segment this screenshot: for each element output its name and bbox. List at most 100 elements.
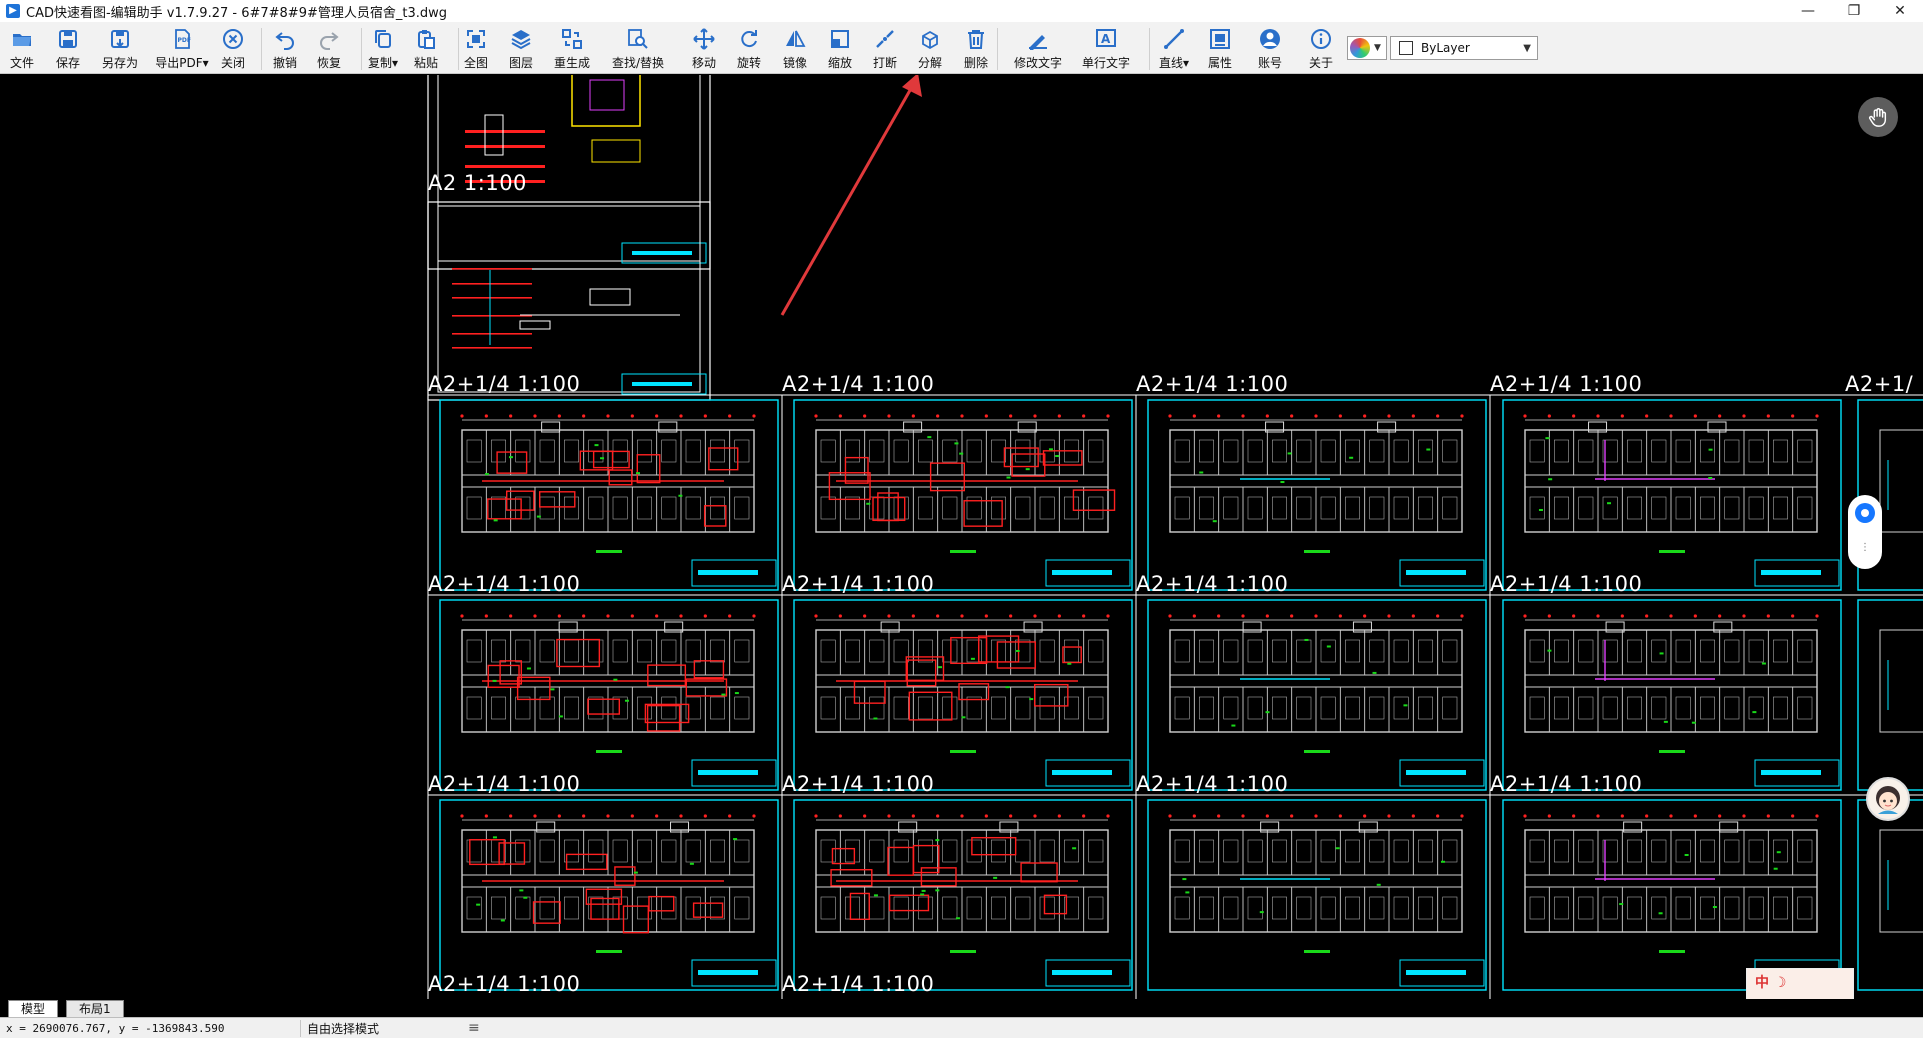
toolbar-label: 粘贴 xyxy=(413,56,438,70)
toolbar-separator xyxy=(997,28,998,70)
title-bar: ▶ CAD快速看图-编辑助手 v1.7.9.27 - 6#7#8#9#管理人员宿… xyxy=(0,0,1923,22)
sheet-scale-label: A2+1/4 1:100 xyxy=(782,972,935,996)
restore-button[interactable]: ❐ xyxy=(1831,0,1877,22)
toolbar-button-edit-text[interactable]: 修改文字 xyxy=(1010,26,1066,72)
floor-plan-r1-c2 xyxy=(1147,599,1487,791)
save-as-icon xyxy=(106,26,134,52)
line-icon xyxy=(1160,26,1188,52)
info-icon xyxy=(1307,26,1335,52)
find-replace-icon xyxy=(624,26,652,52)
toolbar-label: 移动 xyxy=(691,56,716,70)
scale-icon xyxy=(826,26,854,52)
toolbar-button-find-replace[interactable]: 查找/替换 xyxy=(610,26,666,72)
drawing-svg xyxy=(427,75,1923,999)
toolbar-label: 关闭 xyxy=(220,56,245,70)
toolbar-button-properties[interactable]: 属性 xyxy=(1192,26,1248,72)
layout-tab-0[interactable]: 模型 xyxy=(8,1000,59,1017)
sheet-scale-label: A2+1/4 1:100 xyxy=(1136,772,1289,796)
floor-plan-r2-c0 xyxy=(439,799,779,991)
sheet-scale-label: A2+1/4 1:100 xyxy=(1136,572,1289,596)
toolbar-label: 全图 xyxy=(463,56,488,70)
svg-text:PDF: PDF xyxy=(178,37,191,44)
sheet-scale-label: A2+1/4 1:100 xyxy=(428,572,581,596)
status-menu-icon[interactable]: ≡ xyxy=(468,1020,480,1036)
layout-tab-1[interactable]: 布局1 xyxy=(66,1000,124,1017)
minimize-button[interactable]: — xyxy=(1785,0,1831,22)
svg-text:A: A xyxy=(1101,32,1111,46)
save-icon xyxy=(54,26,82,52)
ime-widget[interactable]: 中 ☽ xyxy=(1746,968,1854,999)
regen-icon xyxy=(558,26,586,52)
hand-icon xyxy=(1869,108,1887,127)
color-picker[interactable]: ▼ xyxy=(1347,36,1387,60)
toolbar-label: 账号 xyxy=(1257,56,1282,70)
color-wheel-icon xyxy=(1350,38,1370,58)
floor-plan-partial-r1 xyxy=(1857,599,1923,791)
rotate-icon xyxy=(735,26,763,52)
toolbar-button-single-text[interactable]: A 单行文字 xyxy=(1078,26,1134,72)
toolbar-label: 旋转 xyxy=(736,56,761,70)
sheet-scale-label: A2+1/4 1:100 xyxy=(782,772,935,796)
toolbar-button-pdf[interactable]: PDF 导出PDF▾ xyxy=(154,26,210,72)
floor-plan-partial-r2 xyxy=(1857,799,1923,991)
toolbar-separator xyxy=(1149,28,1150,70)
toolbar-button-trash[interactable]: 删除 xyxy=(948,26,1004,72)
status-bar: x = 2690076.767, y = -1369843.590 自由选择模式… xyxy=(0,1017,1923,1038)
drawing-canvas[interactable]: A2 1:100 A2+1/4 1:100 A2+1/4 1:100 A2+1/4 1… xyxy=(0,75,1923,999)
edit-text-icon xyxy=(1024,26,1052,52)
toolbar-button-save-as[interactable]: 另存为 xyxy=(92,26,148,72)
sheet-scale-label: A2+1/4 1:100 xyxy=(1490,772,1643,796)
toolbar-button-close-circle[interactable]: 关闭 xyxy=(205,26,261,72)
toolbar-button-info[interactable]: 关于 xyxy=(1293,26,1349,72)
toolbar-button-account[interactable]: 账号 xyxy=(1242,26,1298,72)
pdf-icon: PDF xyxy=(168,26,196,52)
toolbar-label: 撤销 xyxy=(272,56,297,70)
toolbar-label: 恢复 xyxy=(316,56,341,70)
pan-hand-button[interactable] xyxy=(1858,97,1898,137)
floor-plan-r2-c1 xyxy=(793,799,1133,991)
floor-plan-r1-c3 xyxy=(1502,599,1842,791)
more-dots-icon[interactable]: ⋮ xyxy=(1860,543,1870,553)
layer-select[interactable]: ByLayer ▼ xyxy=(1390,36,1538,60)
coordinate-readout: x = 2690076.767, y = -1369843.590 xyxy=(6,1021,225,1035)
annotation-arrow xyxy=(780,84,915,316)
annotation-arrowhead xyxy=(902,75,922,97)
undo-icon xyxy=(271,26,299,52)
toolbar-label: 分解 xyxy=(917,56,942,70)
floor-plan-r1-c1 xyxy=(793,599,1133,791)
locate-icon[interactable] xyxy=(1855,503,1875,523)
toolbar-button-regen[interactable]: 重生成 xyxy=(544,26,600,72)
window-title: CAD快速看图-编辑助手 v1.7.9.27 - 6#7#8#9#管理人员宿舍_… xyxy=(26,5,447,21)
assistant-avatar[interactable] xyxy=(1866,777,1910,821)
close-circle-icon xyxy=(219,26,247,52)
toolbar-label: 单行文字 xyxy=(1081,56,1130,70)
toolbar-button-save[interactable]: 保存 xyxy=(40,26,96,72)
app-window: ▶ CAD快速看图-编辑助手 v1.7.9.27 - 6#7#8#9#管理人员宿… xyxy=(0,0,1923,1038)
sheet-scale-label: A2+1/4 1:100 xyxy=(1490,572,1643,596)
main-toolbar: 文件 保存 另存为 PDF 导出PDF▾ 关闭 撤销 恢复 复制▾ 粘贴 全图 图层 重生成 查找/替换 移… xyxy=(0,22,1923,74)
floor-plan-r2-c3 xyxy=(1502,799,1842,991)
toolbar-button-layers[interactable]: 图层 xyxy=(493,26,549,72)
toolbar-button-redo[interactable]: 恢复 xyxy=(301,26,357,72)
properties-icon xyxy=(1206,26,1234,52)
sheet-scale-label: A2+1/4 1:100 xyxy=(782,572,935,596)
sheet-scale-label: A2+1/4 1:100 xyxy=(1136,372,1289,396)
layout-tabs-bar: 模型 布局1 xyxy=(0,999,1923,1017)
copy-icon xyxy=(369,26,397,52)
toolbar-label: 属性 xyxy=(1207,56,1232,70)
move-icon xyxy=(690,26,718,52)
toolbar-label: 文件 xyxy=(9,56,34,70)
sheet-scale-label: A2+1/ xyxy=(1845,372,1914,396)
floor-plan-r0-c1 xyxy=(793,399,1133,591)
toolbar-label: 导出PDF▾ xyxy=(155,56,209,70)
selection-mode[interactable]: 自由选择模式 xyxy=(300,1019,460,1037)
toolbar-separator xyxy=(458,28,459,70)
avatar-face-icon xyxy=(1876,786,1900,814)
mirror-icon xyxy=(781,26,809,52)
sheet-scale-label: A2+1/4 1:100 xyxy=(1490,372,1643,396)
toolbar-button-paste[interactable]: 粘贴 xyxy=(398,26,454,72)
layer-color-box xyxy=(1399,41,1413,55)
side-float-panel[interactable]: ⋮ xyxy=(1848,495,1882,569)
sheet-scale-label: A2+1/4 1:100 xyxy=(428,372,581,396)
close-window-button[interactable]: ✕ xyxy=(1877,0,1923,22)
